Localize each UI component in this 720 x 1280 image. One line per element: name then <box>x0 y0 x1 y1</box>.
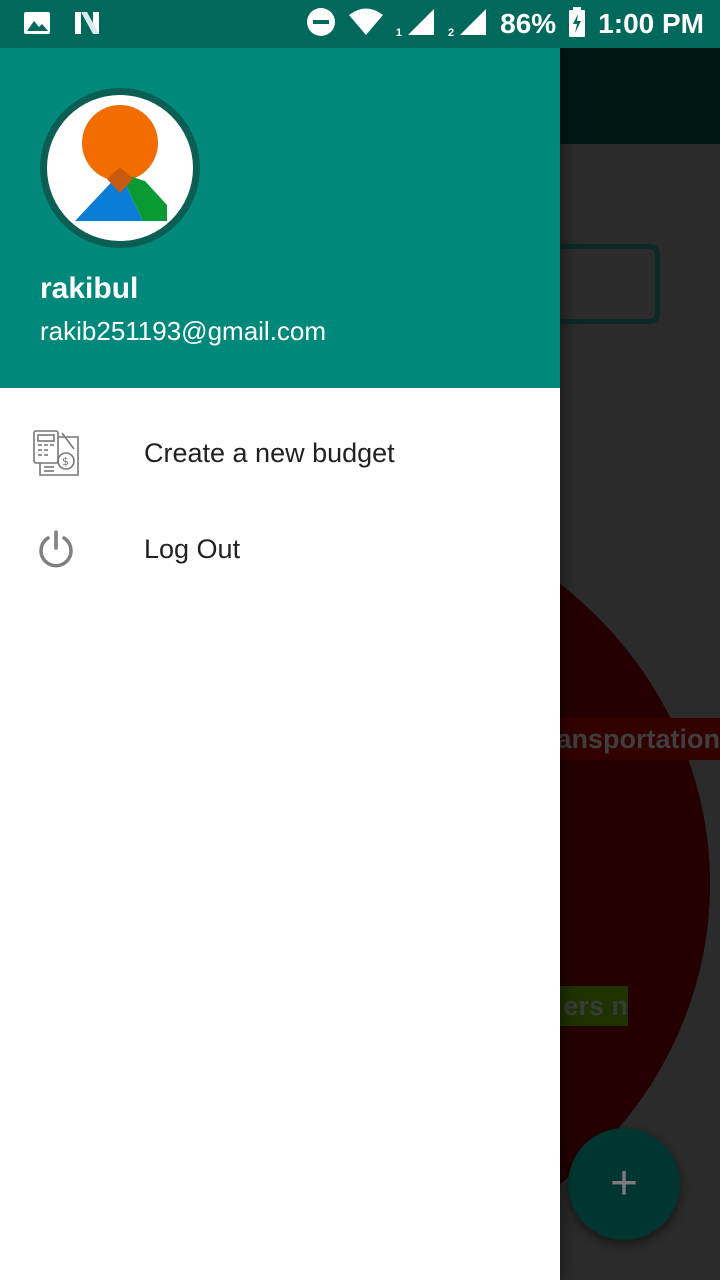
user-email: rakib251193@gmail.com <box>40 316 327 346</box>
battery-percent: 86% <box>500 8 557 39</box>
do-not-disturb-icon <box>306 7 336 42</box>
menu-item-label: Create a new budget <box>144 437 395 468</box>
power-icon <box>28 521 84 577</box>
svg-text:$: $ <box>62 455 69 468</box>
sim1-label: 1 <box>395 27 402 39</box>
signal-icon <box>406 8 436 41</box>
image-icon <box>22 9 52 42</box>
drawer-menu: $ Create a new budget Log Out <box>0 388 560 597</box>
add-fab-button[interactable]: + <box>568 1128 680 1240</box>
avatar[interactable] <box>40 88 200 248</box>
plus-icon: + <box>609 1157 639 1210</box>
menu-item-label: Log Out <box>144 533 241 564</box>
budget-calculator-icon: $ <box>28 425 84 481</box>
background-slice-label-transportation: ansportation <box>540 718 720 760</box>
battery-charging-icon <box>568 6 586 42</box>
navigation-drawer: rakibul rakib251193@gmail.com $ Create a… <box>0 48 560 1280</box>
wifi-icon <box>348 8 384 41</box>
n-app-icon <box>72 8 102 43</box>
drawer-header: rakibul rakib251193@gmail.com <box>0 48 560 388</box>
clock: 1:00 PM <box>598 8 704 39</box>
signal-icon <box>458 8 488 41</box>
status-bar: 1 2 86% 1:00 PM <box>0 0 720 48</box>
user-avatar-icon <box>75 105 167 221</box>
user-name: rakibul <box>40 272 139 305</box>
menu-item-create-budget[interactable]: $ Create a new budget <box>0 405 560 501</box>
menu-item-logout[interactable]: Log Out <box>0 501 560 597</box>
sim2-label: 2 <box>448 27 455 39</box>
